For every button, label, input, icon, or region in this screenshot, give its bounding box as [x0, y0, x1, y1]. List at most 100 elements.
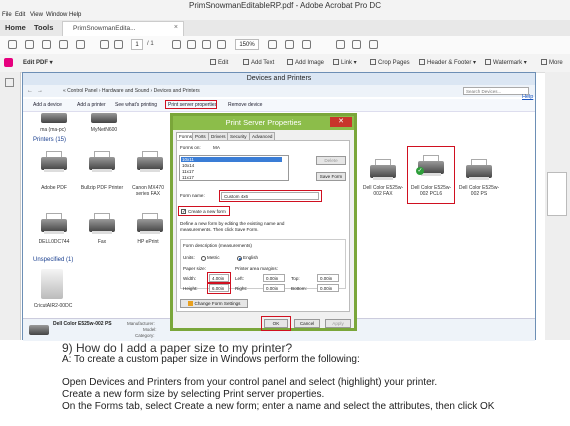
- dialog-close-button[interactable]: ✕: [330, 117, 352, 127]
- add-image-icon: [287, 59, 293, 65]
- sign-icon[interactable]: [369, 40, 378, 49]
- zoom-in-icon[interactable]: [217, 40, 226, 49]
- dialog-title: Print Server Properties: [225, 118, 302, 127]
- menu-help[interactable]: Help: [69, 12, 81, 18]
- help-link[interactable]: Help: [522, 94, 533, 100]
- device-icon[interactable]: [39, 113, 69, 125]
- acrobat-title-bar: PrimSnowmanEditableRP.pdf - Adobe Acroba…: [0, 0, 570, 11]
- list-item[interactable]: 10x14: [182, 163, 194, 168]
- see-whats-printing-button[interactable]: See what's printing: [115, 102, 157, 108]
- link-button[interactable]: Link ▾: [333, 59, 357, 66]
- menu-file[interactable]: File: [2, 12, 12, 18]
- printer-icon[interactable]: [368, 157, 398, 181]
- back-arrow-icon[interactable]: ←: [27, 88, 33, 94]
- printers-group-header[interactable]: Printers (15): [33, 137, 66, 143]
- tab-tools[interactable]: Tools: [34, 23, 53, 32]
- edit-pdf-menu[interactable]: Edit PDF ▾: [23, 59, 53, 66]
- keyboard-icon[interactable]: [302, 40, 311, 49]
- search-icon[interactable]: [76, 40, 85, 49]
- list-item[interactable]: 11x17: [182, 175, 194, 180]
- forms-tab-panel: Forms on: MA 10x11 10x14 11x17 11x17 Del…: [176, 140, 350, 312]
- printer-icon[interactable]: [135, 211, 165, 235]
- more-button[interactable]: More: [541, 59, 563, 66]
- address-path[interactable]: « Control Panel › Hardware and Sound › D…: [63, 88, 200, 94]
- forms-list[interactable]: 10x11 10x14 11x17 11x17: [179, 155, 289, 181]
- cutting-machine-icon[interactable]: [41, 269, 63, 301]
- tab-security[interactable]: Security: [227, 132, 250, 140]
- printer-icon[interactable]: [464, 157, 494, 181]
- fit-page-icon[interactable]: [268, 40, 277, 49]
- close-tab-icon[interactable]: ×: [174, 24, 178, 31]
- page-number-input[interactable]: 1: [131, 39, 143, 50]
- upload-icon[interactable]: [42, 40, 51, 49]
- list-item[interactable]: 11x17: [182, 169, 194, 174]
- add-device-button[interactable]: Add a device: [33, 102, 62, 108]
- right-margin-input[interactable]: 0.00in: [263, 284, 285, 292]
- forms-on-label: Forms on:: [180, 145, 201, 150]
- device-label: ma (ma-pc): [40, 127, 66, 133]
- tab-document[interactable]: PrimSnowmanEdita... ×: [62, 21, 184, 37]
- remove-device-button[interactable]: Remove device: [228, 102, 262, 108]
- units-metric-radio[interactable]: [201, 256, 206, 261]
- unspecified-group-header[interactable]: Unspecified (1): [33, 257, 73, 263]
- document-tab-label: PrimSnowmanEdita...: [73, 25, 136, 32]
- menu-view[interactable]: View: [30, 12, 43, 18]
- tab-drivers[interactable]: Drivers: [208, 132, 229, 140]
- forward-arrow-icon[interactable]: →: [37, 88, 43, 94]
- highlight-pen-icon[interactable]: [352, 40, 361, 49]
- menu-edit[interactable]: Edit: [15, 12, 25, 18]
- add-text-icon: [243, 59, 249, 65]
- bottom-margin-input[interactable]: 0.00in: [317, 284, 339, 292]
- zoom-out-icon[interactable]: [202, 40, 211, 49]
- page-thumbnail-preview[interactable]: [547, 172, 567, 216]
- edit-button[interactable]: Edit: [210, 59, 228, 66]
- margins-label: Printer area margins:: [235, 266, 278, 271]
- ok-highlight: [261, 316, 291, 331]
- page-thumbnails-icon[interactable]: [5, 78, 14, 87]
- save-form-button[interactable]: Save Form: [316, 172, 346, 181]
- page-down-icon[interactable]: [114, 40, 123, 49]
- tab-home[interactable]: Home: [5, 23, 26, 32]
- add-text-button[interactable]: Add Text: [243, 59, 274, 66]
- change-form-settings-button[interactable]: Change Form Settings: [180, 299, 248, 308]
- cancel-button[interactable]: Cancel: [294, 319, 320, 328]
- page-total: / 1: [147, 41, 154, 47]
- crop-pages-button[interactable]: Crop Pages: [370, 59, 410, 66]
- fax-icon[interactable]: [87, 211, 117, 235]
- tab-advanced[interactable]: Advanced: [249, 132, 276, 140]
- add-image-button[interactable]: Add Image: [287, 59, 324, 66]
- printer-icon[interactable]: [39, 149, 69, 173]
- selected-printer-highlight: [407, 146, 455, 204]
- right-pane: [545, 72, 570, 340]
- form-name-highlight: [219, 190, 322, 202]
- left-margin-input[interactable]: 0.00in: [263, 274, 285, 282]
- printer-icon[interactable]: [135, 149, 165, 173]
- print-server-properties-dialog: Print Server Properties ✕ Forms Ports Dr…: [170, 113, 357, 331]
- save-icon[interactable]: [8, 40, 17, 49]
- dp-search-input[interactable]: Search Devices...: [463, 87, 529, 95]
- comment-icon[interactable]: [336, 40, 345, 49]
- printer-icon[interactable]: [39, 211, 69, 235]
- printer-icon[interactable]: [87, 149, 117, 173]
- create-form-highlight: [178, 206, 230, 216]
- units-english-radio[interactable]: [237, 256, 242, 261]
- select-cursor-icon[interactable]: [172, 40, 181, 49]
- page-up-icon[interactable]: [100, 40, 109, 49]
- tab-ports[interactable]: Ports: [192, 132, 209, 140]
- hand-tool-icon[interactable]: [187, 40, 196, 49]
- delete-button[interactable]: Delete: [316, 156, 346, 165]
- router-icon[interactable]: [89, 113, 119, 125]
- top-margin-input[interactable]: 0.00in: [317, 274, 339, 282]
- watermark-button[interactable]: Watermark ▾: [485, 59, 527, 66]
- email-icon[interactable]: [59, 40, 68, 49]
- menu-window[interactable]: Window: [46, 12, 67, 18]
- print-icon[interactable]: [25, 40, 34, 49]
- header-footer-button[interactable]: Header & Footer ▾: [419, 59, 476, 66]
- add-printer-button[interactable]: Add a printer: [77, 102, 106, 108]
- paper-size-label: Paper size:: [183, 266, 206, 271]
- list-item[interactable]: 10x11: [181, 157, 282, 162]
- zoom-select[interactable]: 150%: [235, 39, 259, 50]
- apply-button[interactable]: Apply: [325, 319, 351, 328]
- scroll-mode-icon[interactable]: [285, 40, 294, 49]
- answer-line: A: To create a custom paper size in Wind…: [62, 354, 360, 365]
